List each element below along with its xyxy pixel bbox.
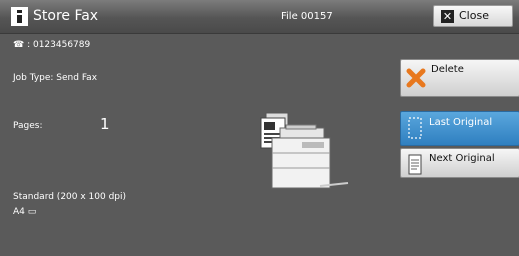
close-button[interactable]: ✕ Close <box>433 5 513 27</box>
file-name: File 00157 <box>281 11 333 22</box>
pages-value: 1 <box>100 115 110 133</box>
delete-label: Delete <box>431 64 464 75</box>
pages-label: Pages: <box>13 121 43 131</box>
multifunction-device-icon <box>260 112 349 189</box>
last-original-button[interactable]: Last Original <box>400 111 519 146</box>
info-icon <box>11 7 28 26</box>
next-original-label: Next Original <box>429 153 495 164</box>
title-bar: Store Fax File 00157 ✕ Close <box>0 0 519 34</box>
next-original-button[interactable]: Next Original <box>400 148 519 178</box>
delete-x-icon <box>406 68 426 88</box>
close-label: Close <box>459 9 489 22</box>
page-title: Store Fax <box>33 8 99 24</box>
job-type: Job Type: Send Fax <box>13 73 98 83</box>
last-original-label: Last Original <box>429 117 493 128</box>
next-original-icon <box>408 154 422 175</box>
paper-size: A4 ▭ <box>13 207 37 217</box>
delete-button[interactable]: Delete <box>400 59 519 97</box>
phone-number: ☎ : 0123456789 <box>13 40 91 50</box>
resolution: Standard (200 x 100 dpi) <box>13 192 127 202</box>
close-icon: ✕ <box>441 10 454 23</box>
last-original-icon <box>408 117 422 139</box>
store-fax-screen: Store Fax File 00157 ✕ Close ☎ : 0123456… <box>0 0 519 256</box>
